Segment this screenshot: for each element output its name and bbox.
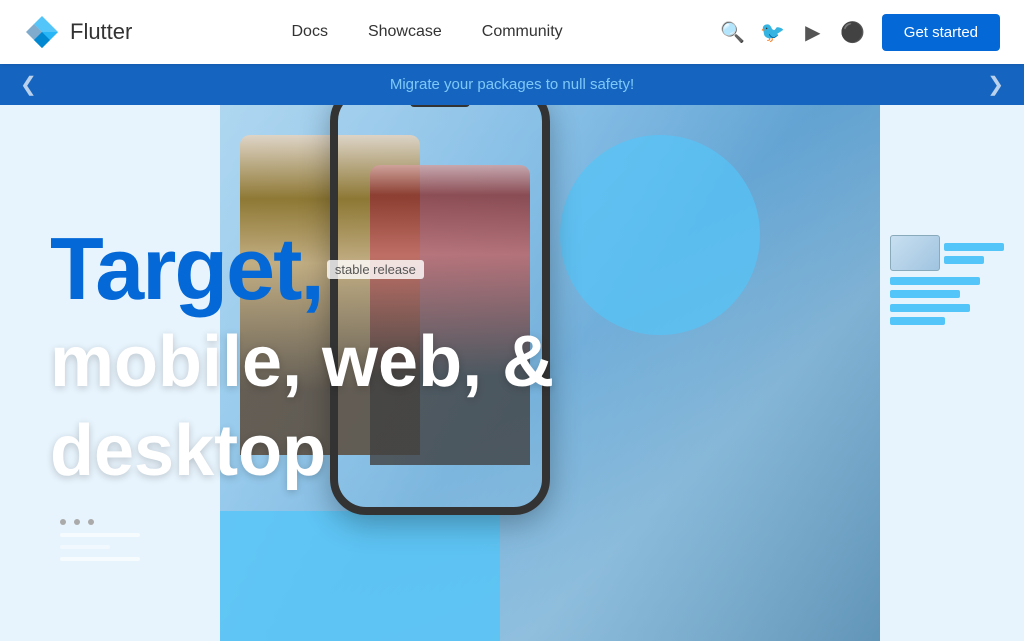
navbar-brand-section: Flutter [24, 14, 132, 50]
ui-panel-2 [890, 277, 1004, 298]
hero-blue-rect [220, 511, 500, 641]
youtube-icon[interactable]: ▶ [802, 21, 824, 43]
navbar: Flutter Docs Showcase Community 🔍 🐦 ▶ ⚫ … [0, 0, 1024, 64]
deco-dot-3 [88, 519, 94, 525]
deco-dot-2 [74, 519, 80, 525]
announcement-banner: ❮ Migrate your packages to null safety! … [0, 64, 1024, 105]
banner-next-arrow[interactable]: ❯ [987, 72, 1004, 97]
ui-panel-bars-2 [890, 277, 980, 298]
phone-notch [410, 105, 470, 107]
deco-dot-row-1 [60, 519, 140, 525]
search-icon[interactable]: 🔍 [722, 21, 744, 43]
hero-blue-circle [560, 135, 760, 335]
ui-bar-6 [890, 317, 945, 325]
deco-dot-1 [60, 519, 66, 525]
banner-message[interactable]: Migrate your packages to null safety! [390, 76, 634, 93]
navbar-actions: 🔍 🐦 ▶ ⚫ Get started [722, 14, 1000, 51]
brand-name: Flutter [70, 19, 132, 45]
ui-bar-3 [890, 277, 980, 285]
ui-panel-1 [890, 235, 1004, 271]
ui-panel-bars [944, 243, 1004, 264]
ui-bar-5 [890, 304, 970, 312]
ui-panel-image [890, 235, 940, 271]
nav-docs[interactable]: Docs [291, 23, 327, 41]
flutter-logo-icon [24, 14, 60, 50]
twitter-icon[interactable]: 🐦 [762, 21, 784, 43]
hero-section: Target, stable release mobile, web, & de… [0, 105, 1024, 641]
hero-ui-panels [890, 235, 1004, 325]
ui-bar-2 [944, 256, 984, 264]
banner-prev-arrow[interactable]: ❮ [20, 72, 37, 97]
deco-line-2 [60, 545, 110, 549]
hero-phone-device [330, 105, 550, 515]
hero-background [220, 105, 880, 641]
deco-line-1 [60, 533, 140, 537]
ui-panel-bars-3 [890, 304, 970, 325]
ui-bar-4 [890, 290, 960, 298]
nav-community[interactable]: Community [482, 23, 563, 41]
github-icon[interactable]: ⚫ [842, 21, 864, 43]
navbar-nav: Docs Showcase Community [291, 23, 562, 41]
get-started-button[interactable]: Get started [882, 14, 1000, 51]
nav-showcase[interactable]: Showcase [368, 23, 442, 41]
ui-panel-3 [890, 304, 1004, 325]
ui-bar-1 [944, 243, 1004, 251]
hero-left-decoration [60, 519, 140, 561]
deco-line-3 [60, 557, 140, 561]
